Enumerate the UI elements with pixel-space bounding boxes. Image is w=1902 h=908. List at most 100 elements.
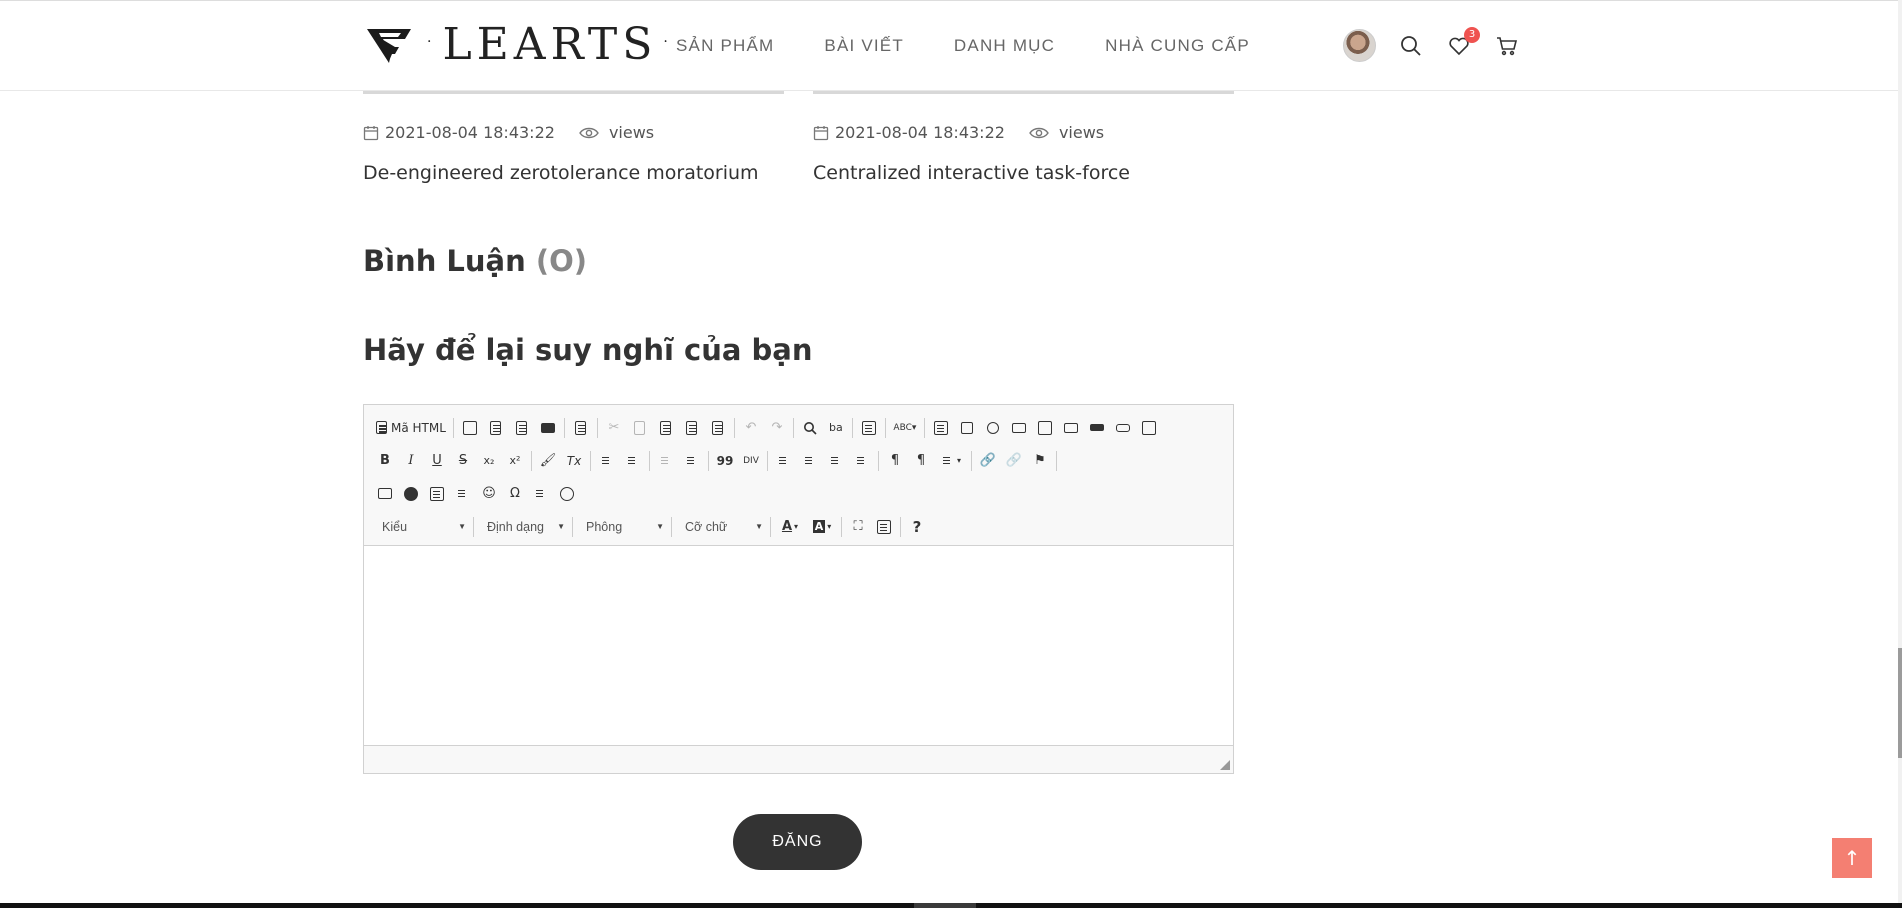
indent-button[interactable]	[679, 449, 705, 473]
bulleted-list-button[interactable]	[620, 449, 646, 473]
align-left-button[interactable]	[771, 449, 797, 473]
save-button[interactable]	[457, 416, 483, 440]
page-break-button[interactable]	[528, 482, 554, 506]
ltr-icon: ¶	[890, 453, 900, 468]
iframe-button[interactable]	[554, 482, 580, 506]
align-right-button[interactable]	[823, 449, 849, 473]
post-views: views	[608, 123, 655, 142]
scrollbar[interactable]	[1898, 0, 1902, 903]
select-all-icon	[861, 420, 876, 435]
post-image[interactable]	[363, 91, 784, 94]
language-button[interactable]: ▾	[934, 449, 968, 473]
form-button-tool[interactable]	[1084, 416, 1110, 440]
blockquote-button[interactable]: 99	[712, 449, 738, 473]
anchor-button[interactable]: ⚑	[1027, 449, 1053, 473]
copy-format-button[interactable]: 🖌	[535, 449, 561, 473]
select-all-button[interactable]	[856, 416, 882, 440]
print-button[interactable]	[535, 416, 561, 440]
rtl-button[interactable]: ¶	[908, 449, 934, 473]
find-button[interactable]	[797, 416, 823, 440]
select-field-button[interactable]	[1058, 416, 1084, 440]
justify-button[interactable]	[849, 449, 875, 473]
unlink-button[interactable]: 🔗	[1001, 449, 1027, 473]
nav-item-products[interactable]: SẢN PHẨM	[676, 36, 774, 56]
paste-text-button[interactable]	[679, 416, 705, 440]
smiley-button[interactable]: ☺	[476, 482, 502, 506]
text-field-button[interactable]	[1006, 416, 1032, 440]
nav-item-suppliers[interactable]: NHÀ CUNG CẤP	[1105, 36, 1250, 56]
copy-button[interactable]	[627, 416, 653, 440]
toolbar-separator	[878, 450, 879, 471]
scrollbar-thumb[interactable]	[1898, 648, 1902, 758]
brand-logo[interactable]: · LEARTS ·	[365, 19, 679, 70]
search-button[interactable]	[1398, 33, 1424, 59]
underline-button[interactable]: U	[424, 449, 450, 473]
checkbox-button[interactable]	[954, 416, 980, 440]
new-page-button[interactable]	[483, 416, 509, 440]
cart-button[interactable]	[1494, 33, 1520, 59]
wishlist-button[interactable]: 3	[1446, 26, 1480, 59]
format-select[interactable]: Định dạng ▼	[477, 515, 569, 539]
templates-button[interactable]	[568, 416, 594, 440]
replace-button[interactable]: ba	[823, 416, 849, 440]
back-to-top-button[interactable]: ↑	[1832, 838, 1872, 878]
brush-icon: 🖌	[539, 453, 557, 468]
nav-item-posts[interactable]: BÀI VIẾT	[824, 36, 904, 56]
resize-grip-icon[interactable]	[1220, 760, 1230, 770]
redo-button[interactable]: ↷	[764, 416, 790, 440]
ltr-button[interactable]: ¶	[882, 449, 908, 473]
flash-button[interactable]	[398, 482, 424, 506]
user-avatar[interactable]	[1343, 29, 1376, 62]
font-select[interactable]: Phông ▼	[576, 515, 668, 539]
italic-button[interactable]: I	[398, 449, 424, 473]
help-button[interactable]: ?	[904, 515, 930, 539]
post-views: views	[1058, 123, 1105, 142]
source-button[interactable]: Mã HTML	[372, 416, 450, 440]
subscript-button[interactable]: x₂	[476, 449, 502, 473]
toolbar-separator	[851, 417, 853, 438]
image-button[interactable]	[372, 482, 398, 506]
preview-button[interactable]	[509, 416, 535, 440]
hidden-field-button[interactable]	[1136, 416, 1162, 440]
superscript-button[interactable]: x²	[502, 449, 528, 473]
div-container-button[interactable]: DIV	[738, 449, 764, 473]
toolbar-separator	[971, 450, 972, 471]
calendar-icon	[813, 125, 829, 140]
reply-heading: Hãy để lại suy nghĩ của bạn	[363, 333, 813, 367]
show-blocks-button[interactable]	[871, 515, 897, 539]
paste-button[interactable]	[653, 416, 679, 440]
paste-word-icon	[712, 420, 724, 435]
horizontal-rule-button[interactable]	[450, 482, 476, 506]
remove-format-button[interactable]: Tx	[561, 449, 587, 473]
post-title-link[interactable]: De-engineered zerotolerance moratorium	[363, 162, 759, 184]
submit-comment-button[interactable]: ĐĂNG	[733, 814, 862, 870]
special-char-button[interactable]: Ω	[502, 482, 528, 506]
paste-word-button[interactable]	[705, 416, 731, 440]
align-center-button[interactable]	[797, 449, 823, 473]
spellcheck-button[interactable]: ABC▾	[889, 416, 921, 440]
image-button-icon	[1115, 423, 1130, 432]
outdent-button[interactable]	[653, 449, 679, 473]
link-button[interactable]: 🔗	[975, 449, 1001, 473]
nav-item-categories[interactable]: DANH MỤC	[954, 36, 1055, 56]
radio-button-tool[interactable]	[980, 416, 1006, 440]
bold-button[interactable]: B	[372, 449, 398, 473]
maximize-button[interactable]: ⛶	[845, 515, 871, 539]
post-image[interactable]	[813, 91, 1234, 94]
bg-color-button[interactable]: A ▾	[806, 515, 838, 539]
table-button[interactable]	[424, 482, 450, 506]
source-icon	[376, 421, 387, 434]
numbered-list-button[interactable]	[594, 449, 620, 473]
size-select[interactable]: Cỡ chữ ▼	[675, 515, 767, 539]
textarea-button[interactable]	[1032, 416, 1058, 440]
style-select[interactable]: Kiểu ▼	[372, 515, 470, 539]
language-icon	[941, 454, 955, 468]
text-color-button[interactable]: A ▾	[774, 515, 806, 539]
image-button-tool[interactable]	[1110, 416, 1136, 440]
undo-button[interactable]: ↶	[738, 416, 764, 440]
form-button[interactable]	[928, 416, 954, 440]
strike-button[interactable]: S	[450, 449, 476, 473]
cut-button[interactable]: ✂	[601, 416, 627, 440]
comment-editor-area[interactable]	[364, 546, 1233, 746]
post-title-link[interactable]: Centralized interactive task-force	[813, 162, 1130, 184]
